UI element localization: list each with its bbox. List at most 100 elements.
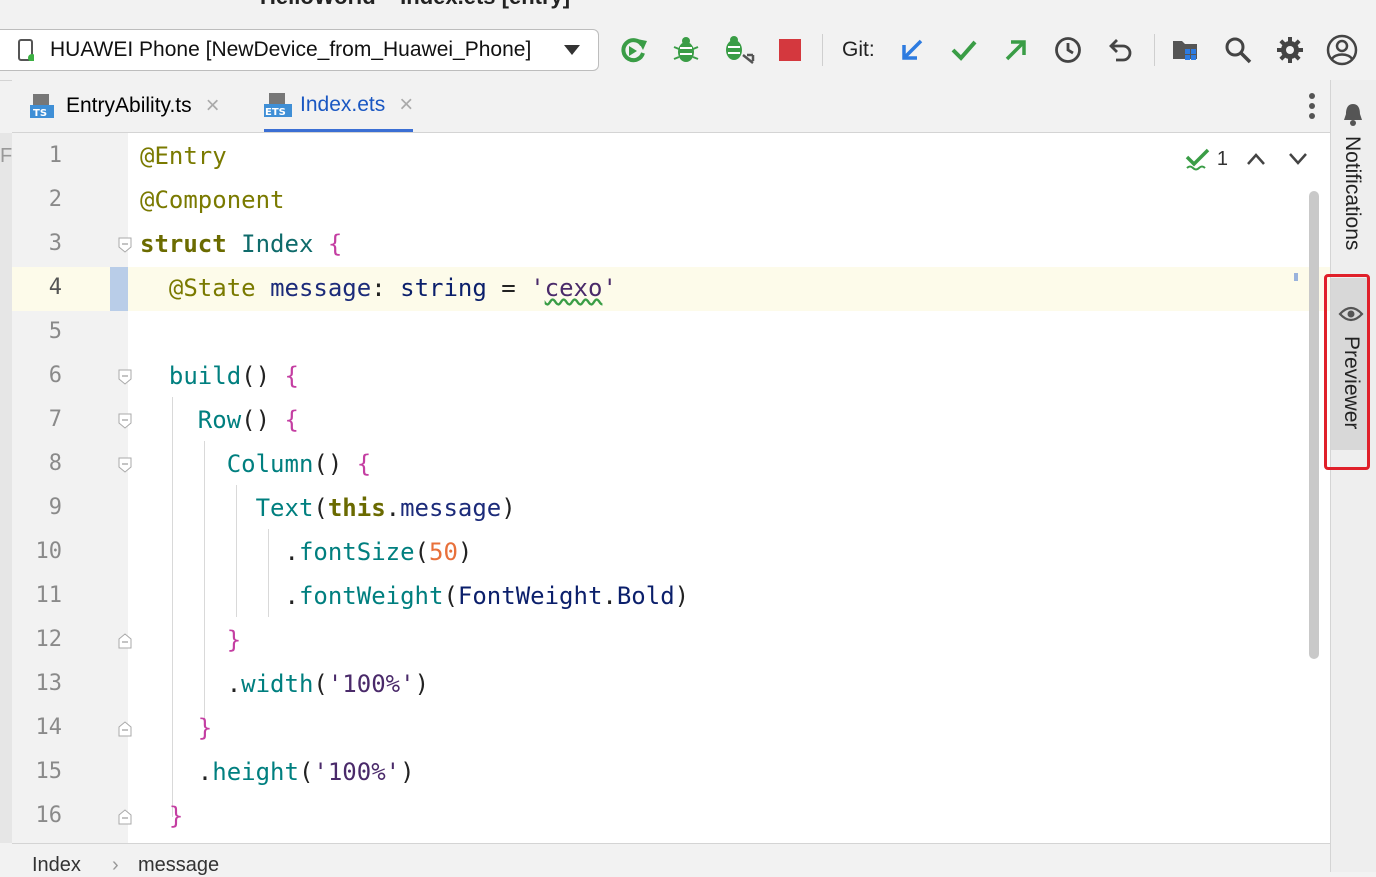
fold-icon[interactable] xyxy=(118,369,132,385)
main-toolbar: HUAWEI Phone [NewDevice_from_Huawei_Phon… xyxy=(0,0,1376,81)
close-icon[interactable]: × xyxy=(206,92,220,120)
code-text: Row() { xyxy=(197,406,299,434)
code-editor[interactable]: 1 @Entry 2 @Component 3 struct Index { 4… xyxy=(12,133,1330,843)
history-icon[interactable] xyxy=(1050,32,1086,68)
svg-text:TS: TS xyxy=(33,108,47,118)
code-line: 8 Column() { xyxy=(12,443,1330,487)
line-number: 6 xyxy=(48,363,62,388)
editor-tab-bar: TS EntryAbility.ts × ETS Index.ets × xyxy=(12,80,1330,133)
code-line: 13 .width('100%') xyxy=(12,663,1330,707)
device-selector[interactable]: HUAWEI Phone [NewDevice_from_Huawei_Phon… xyxy=(0,29,599,71)
scroll-marker xyxy=(1294,273,1298,281)
tab-label: EntryAbility.ts xyxy=(66,94,192,117)
breadcrumb-item[interactable]: message xyxy=(138,854,219,877)
git-push-icon[interactable] xyxy=(998,32,1034,68)
code-line: 6 build() { xyxy=(12,355,1330,399)
svg-text:ETS: ETS xyxy=(265,107,286,117)
toolbar-separator xyxy=(1154,34,1155,66)
git-commit-icon[interactable] xyxy=(946,32,982,68)
code-text: .width('100%') xyxy=(226,670,430,698)
code-line: 5 xyxy=(12,311,1330,355)
stop-icon[interactable] xyxy=(772,32,808,68)
code-text: Column() { xyxy=(226,450,372,478)
check-icon xyxy=(1185,148,1210,171)
line-number: 3 xyxy=(48,231,62,256)
chevron-down-icon[interactable] xyxy=(1288,152,1308,166)
code-line: 2 @Component xyxy=(12,179,1330,223)
code-line: 14 } xyxy=(12,707,1330,751)
code-text: .fontSize(50) xyxy=(284,538,473,566)
code-line: 7 Row() { xyxy=(12,399,1330,443)
more-vertical-icon[interactable] xyxy=(1308,92,1316,125)
code-text: } xyxy=(197,714,213,742)
code-line: 1 @Entry xyxy=(12,135,1330,179)
code-line: 10 .fontSize(50) xyxy=(12,531,1330,575)
code-text: @Component xyxy=(140,186,285,214)
settings-icon[interactable] xyxy=(1272,32,1308,68)
close-icon[interactable]: × xyxy=(399,91,413,119)
inspection-widget[interactable]: 1 xyxy=(1185,147,1308,171)
right-tool-strip: Notifications xyxy=(1330,80,1376,872)
code-text: struct Index { xyxy=(140,230,343,258)
line-number: 13 xyxy=(35,671,63,696)
fold-icon[interactable] xyxy=(118,237,132,253)
code-line: 11 .fontWeight(FontWeight.Bold) xyxy=(12,575,1330,619)
ets-file-icon: ETS xyxy=(264,92,292,118)
chevron-right-icon: › xyxy=(112,854,119,876)
line-number: 5 xyxy=(48,319,62,344)
git-label: Git: xyxy=(842,38,875,61)
notifications-tab[interactable]: Notifications xyxy=(1340,136,1364,250)
code-text: .height('100%') xyxy=(197,758,415,786)
code-text: build() { xyxy=(168,362,299,390)
debug-icon[interactable] xyxy=(668,32,704,68)
tab-index[interactable]: ETS Index.ets × xyxy=(264,80,414,132)
rollback-icon[interactable] xyxy=(1102,32,1138,68)
device-selector-label: HUAWEI Phone [NewDevice_from_Huawei_Phon… xyxy=(50,38,532,61)
attach-debugger-icon[interactable] xyxy=(720,32,756,68)
line-number: 8 xyxy=(48,451,62,476)
line-number: 4 xyxy=(48,275,62,300)
project-structure-icon[interactable] xyxy=(1168,32,1204,68)
fold-icon[interactable] xyxy=(118,633,132,649)
line-number: 1 xyxy=(48,143,62,168)
code-text: .fontWeight(FontWeight.Bold) xyxy=(284,582,690,610)
line-number: 14 xyxy=(35,715,63,740)
fold-icon[interactable] xyxy=(118,413,132,429)
caret-line-marker xyxy=(110,267,128,311)
code-text: } xyxy=(226,626,242,654)
vertical-scrollbar[interactable] xyxy=(1309,191,1319,659)
search-icon[interactable] xyxy=(1220,32,1256,68)
tab-label: Index.ets xyxy=(300,92,386,116)
line-number: 10 xyxy=(35,539,63,564)
fold-icon[interactable] xyxy=(118,457,132,473)
left-tool-strip: F xyxy=(0,133,12,843)
typescript-file-icon: TS xyxy=(30,94,54,119)
git-update-icon[interactable] xyxy=(894,32,930,68)
line-number: 12 xyxy=(35,627,63,652)
previewer-highlight-box xyxy=(1324,274,1370,470)
account-icon[interactable] xyxy=(1324,32,1360,68)
line-number: 2 xyxy=(48,187,62,212)
fold-icon[interactable] xyxy=(118,721,132,737)
code-line: 16 } xyxy=(12,795,1330,839)
line-number: 9 xyxy=(48,495,62,520)
breadcrumb-item[interactable]: Index xyxy=(32,854,81,877)
bell-icon xyxy=(1344,104,1362,126)
chevron-down-icon xyxy=(564,45,580,55)
code-line: 15 .height('100%') xyxy=(12,751,1330,795)
code-text: Text(this.message) xyxy=(255,494,516,522)
line-number: 11 xyxy=(35,583,63,608)
phone-icon xyxy=(18,39,34,61)
line-number: 16 xyxy=(35,803,63,828)
rerun-icon[interactable] xyxy=(616,32,652,68)
code-line-current: 4 @State message: string = 'cexo' xyxy=(12,267,1330,311)
tab-entryability[interactable]: TS EntryAbility.ts × xyxy=(30,80,220,132)
toolbar-separator xyxy=(822,34,823,66)
chevron-up-icon[interactable] xyxy=(1246,152,1266,166)
line-number: 7 xyxy=(48,407,62,432)
code-line: 3 struct Index { xyxy=(12,223,1330,267)
code-text: @State message: string = 'cexo' xyxy=(168,274,617,302)
fold-icon[interactable] xyxy=(118,809,132,825)
inspection-count: 1 xyxy=(1216,147,1228,170)
code-line: 12 } xyxy=(12,619,1330,663)
